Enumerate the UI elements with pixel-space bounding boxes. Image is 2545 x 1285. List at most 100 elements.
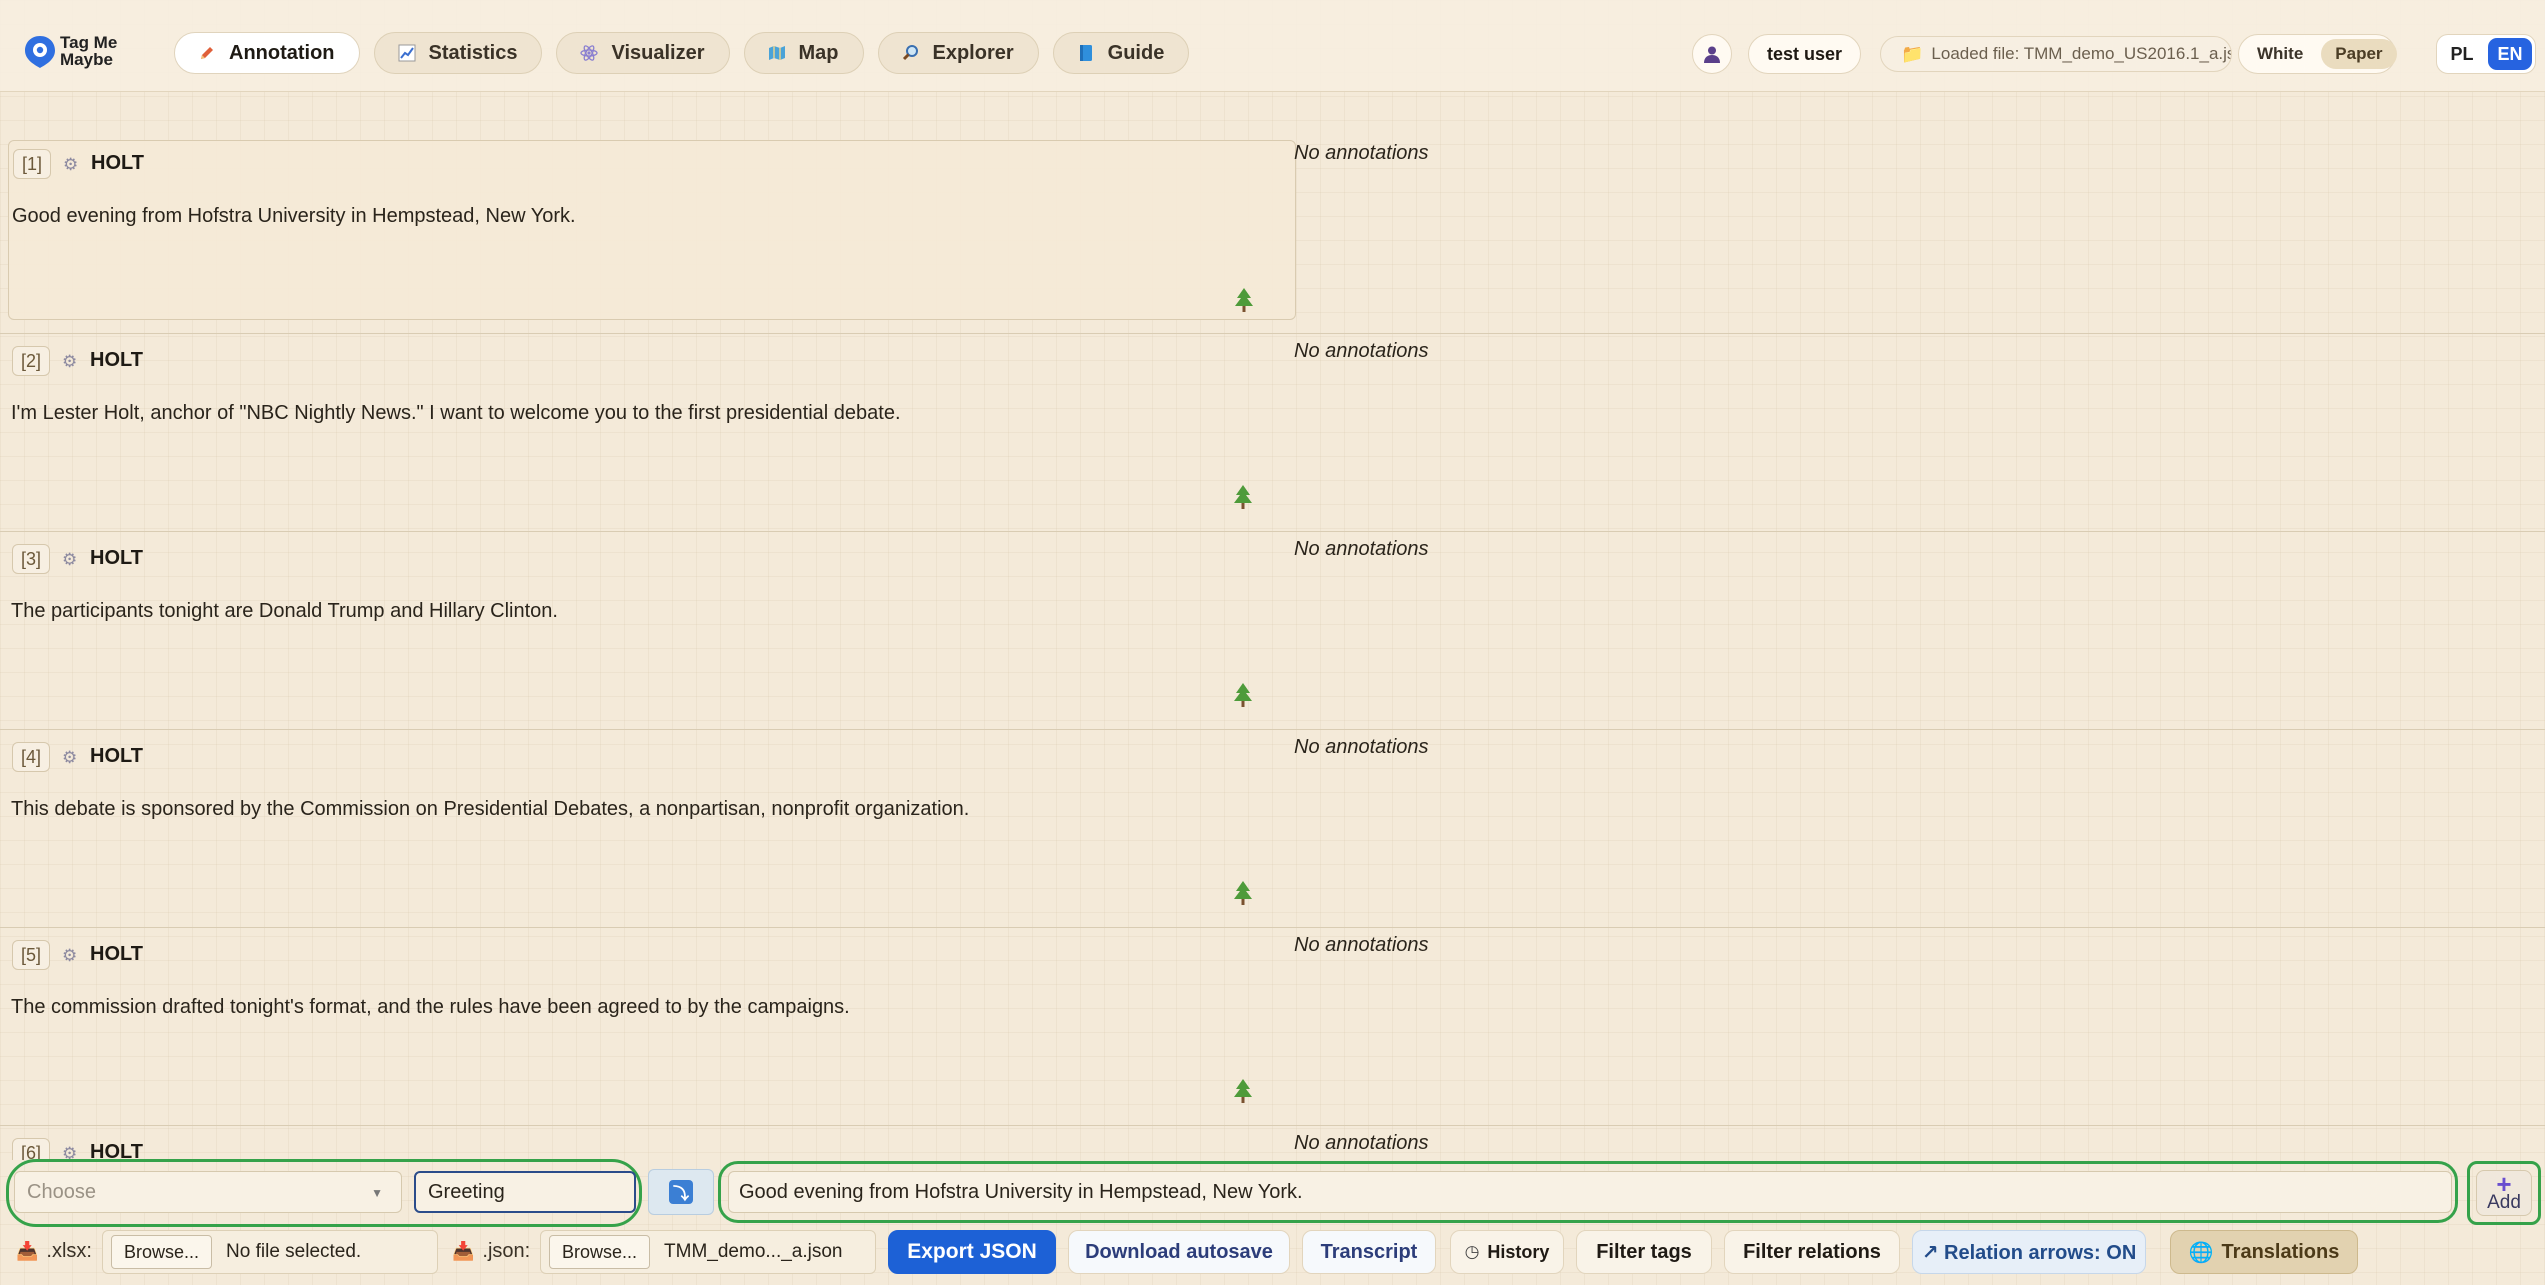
add-annotation-label: Add	[2487, 1192, 2521, 1213]
return-arrow-icon: ⤵	[669, 1180, 693, 1204]
utterance-speaker: HOLT	[90, 745, 143, 767]
selected-text-value: Good evening from Hofstra University in …	[739, 1180, 1303, 1203]
utterance-speaker: HOLT	[91, 152, 144, 174]
utterance-text[interactable]: Good evening from Hofstra University in …	[12, 205, 576, 228]
utterance-index: [3]	[12, 544, 51, 574]
utterance-annotations: No annotations	[1294, 142, 1429, 164]
utterance-row[interactable]: [6] ⚙ HOLT No annotations	[0, 1126, 2545, 1160]
pencil-icon	[197, 43, 217, 63]
utterance-row[interactable]: [4] ⚙ HOLT This debate is sponsored by t…	[0, 730, 2545, 928]
gear-icon[interactable]: ⚙	[62, 748, 77, 768]
tab-guide[interactable]: Guide	[1052, 32, 1190, 74]
chevron-down-icon: ▼	[371, 1186, 383, 1200]
tag-category-select[interactable]: Choose ▼	[14, 1171, 402, 1213]
utterance-annotations: No annotations	[1294, 934, 1429, 956]
utterance-row[interactable]: [5] ⚙ HOLT The commission drafted tonigh…	[0, 928, 2545, 1126]
json-browse-button[interactable]: Browse...	[549, 1235, 651, 1269]
tab-visualizer[interactable]: Visualizer	[556, 32, 730, 74]
theme-paper-option[interactable]: Paper	[2321, 39, 2397, 69]
upload-icon: 📥	[16, 1241, 39, 1261]
utterance-index: [1]	[13, 149, 52, 179]
loaded-file-indicator: 📁 Loaded file: TMM_demo_US2016.1_a.json	[1880, 36, 2232, 72]
magnifier-icon	[901, 43, 921, 63]
clock-icon: ◷	[1464, 1242, 1480, 1261]
filter-relations-button[interactable]: Filter relations	[1724, 1230, 1900, 1274]
gear-icon[interactable]: ⚙	[62, 352, 77, 372]
selected-text-field[interactable]: Good evening from Hofstra University in …	[728, 1171, 2452, 1213]
logo-icon	[25, 36, 55, 68]
transcript-button[interactable]: Transcript	[1302, 1230, 1436, 1274]
tree-icon[interactable]	[1233, 287, 1255, 313]
filter-tags-button[interactable]: Filter tags	[1576, 1230, 1712, 1274]
utterance-box[interactable]: [3] ⚙ HOLT The participants tonight are …	[8, 536, 1296, 716]
language-toggle: PL EN	[2436, 34, 2536, 74]
theme-white-option[interactable]: White	[2243, 39, 2317, 69]
gear-icon[interactable]: ⚙	[62, 946, 77, 966]
user-avatar[interactable]	[1692, 34, 1732, 74]
add-annotation-button[interactable]: + Add	[2476, 1170, 2532, 1216]
map-icon	[767, 43, 787, 63]
utterance-text[interactable]: This debate is sponsored by the Commissi…	[11, 798, 969, 821]
gear-icon[interactable]: ⚙	[63, 155, 78, 175]
tab-explorer[interactable]: Explorer	[877, 32, 1039, 74]
utterance-annotations: No annotations	[1294, 538, 1429, 560]
utterance-text[interactable]: The participants tonight are Donald Trum…	[11, 600, 558, 623]
utterance-annotations: No annotations	[1294, 1132, 1429, 1154]
lang-pl-option[interactable]: PL	[2440, 38, 2484, 70]
lang-en-option[interactable]: EN	[2488, 38, 2532, 70]
theme-toggle: White Paper	[2238, 34, 2397, 74]
utterance-row[interactable]: [2] ⚙ HOLT I'm Lester Holt, anchor of "N…	[0, 334, 2545, 532]
tree-icon[interactable]	[1232, 1078, 1254, 1104]
history-label: History	[1487, 1241, 1550, 1262]
user-name[interactable]: test user	[1748, 34, 1862, 74]
utterance-speaker: HOLT	[90, 1141, 143, 1160]
json-import-label: 📥 .json:	[452, 1240, 530, 1263]
loaded-file-label: Loaded file: TMM_demo_US2016.1_a.json	[1931, 44, 2232, 63]
utterance-box[interactable]: [4] ⚙ HOLT This debate is sponsored by t…	[8, 734, 1296, 914]
tab-annotation[interactable]: Annotation	[174, 32, 360, 74]
tree-icon[interactable]	[1232, 682, 1254, 708]
history-button[interactable]: ◷ History	[1450, 1230, 1564, 1274]
utterance-text[interactable]: The commission drafted tonight's format,…	[11, 996, 850, 1019]
tab-map[interactable]: Map	[743, 32, 864, 74]
xlsx-file-name: No file selected.	[226, 1241, 362, 1262]
relation-arrows-toggle[interactable]: ↗ Relation arrows: ON	[1912, 1230, 2146, 1274]
utterance-speaker: HOLT	[90, 349, 143, 371]
gear-icon[interactable]: ⚙	[62, 1144, 77, 1160]
utterance-index: [2]	[12, 346, 51, 376]
utterance-text[interactable]: I'm Lester Holt, anchor of "NBC Nightly …	[11, 402, 901, 425]
app-name-line2: Maybe	[60, 50, 113, 69]
utterance-box[interactable]: [1] ⚙ HOLT Good evening from Hofstra Uni…	[8, 140, 1296, 320]
translations-label: Translations	[2221, 1240, 2340, 1263]
utterance-box[interactable]: [2] ⚙ HOLT I'm Lester Holt, anchor of "N…	[8, 338, 1296, 518]
export-json-button[interactable]: Export JSON	[888, 1230, 1056, 1274]
tab-explorer-label: Explorer	[932, 41, 1014, 64]
xlsx-file-input[interactable]: Browse... No file selected.	[102, 1230, 438, 1274]
tree-icon[interactable]	[1232, 484, 1254, 510]
json-file-name: TMM_demo..._a.json	[664, 1241, 843, 1262]
app-name: Tag Me Maybe	[60, 34, 130, 68]
utterance-index: [5]	[12, 940, 51, 970]
translations-button[interactable]: 🌐 Translations	[2170, 1230, 2358, 1274]
utterance-index: [4]	[12, 742, 51, 772]
tree-icon[interactable]	[1232, 880, 1254, 906]
apply-tag-button[interactable]: ⤵	[648, 1169, 714, 1215]
tag-name-input[interactable]	[414, 1171, 636, 1213]
xlsx-browse-button[interactable]: Browse...	[111, 1235, 213, 1269]
globe-icon: 🌐	[2188, 1241, 2214, 1264]
tab-statistics[interactable]: Statistics	[373, 32, 543, 74]
utterance-box[interactable]: [6] ⚙ HOLT	[8, 1130, 1296, 1160]
user-icon	[1704, 46, 1720, 63]
utterance-box[interactable]: [5] ⚙ HOLT The commission drafted tonigh…	[8, 932, 1296, 1112]
download-autosave-button[interactable]: Download autosave	[1068, 1230, 1290, 1274]
plus-icon: +	[2496, 1169, 2512, 1199]
gear-icon[interactable]: ⚙	[62, 550, 77, 570]
utterance-row[interactable]: [3] ⚙ HOLT The participants tonight are …	[0, 532, 2545, 730]
utterance-annotations: No annotations	[1294, 736, 1429, 758]
utterance-row[interactable]: [1] ⚙ HOLT Good evening from Hofstra Uni…	[0, 136, 2545, 334]
json-file-input[interactable]: Browse... TMM_demo..._a.json	[540, 1230, 876, 1274]
tab-map-label: Map	[798, 41, 839, 64]
xlsx-import-label: 📥 .xlsx:	[16, 1240, 92, 1263]
upload-icon: 📥	[452, 1241, 475, 1261]
book-icon	[1076, 43, 1096, 63]
